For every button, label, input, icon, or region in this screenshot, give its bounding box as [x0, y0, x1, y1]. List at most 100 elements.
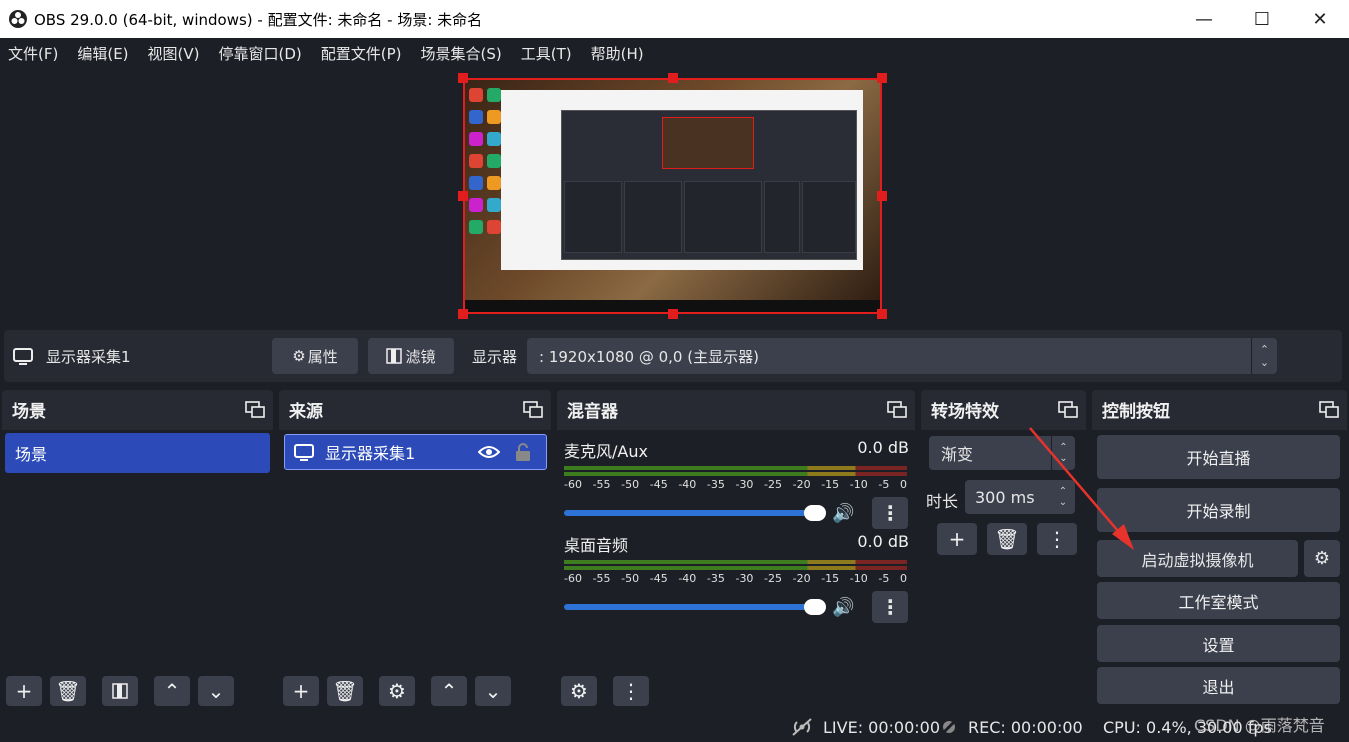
- captured-window: [501, 90, 863, 270]
- add-scene-button[interactable]: +: [6, 676, 42, 706]
- volume-meter: [564, 560, 907, 570]
- minimize-button[interactable]: —: [1175, 0, 1233, 38]
- scene-filters-button[interactable]: [102, 676, 138, 706]
- volume-slider[interactable]: [564, 505, 826, 521]
- move-scene-up-button[interactable]: ⌃: [154, 676, 190, 706]
- spinner-arrows-icon[interactable]: ⌃ ⌄: [1051, 480, 1075, 514]
- move-source-up-button[interactable]: ⌃: [431, 676, 467, 706]
- resize-handle-br[interactable]: [877, 309, 887, 319]
- advanced-audio-button[interactable]: ⚙: [561, 676, 597, 706]
- source-list-item[interactable]: 显示器采集1: [284, 434, 547, 470]
- gears-icon: ⚙: [570, 679, 588, 703]
- remove-scene-button[interactable]: 🗑: [50, 676, 86, 706]
- menu-profile[interactable]: 配置文件(P): [321, 43, 402, 64]
- trash-icon: 🗑: [55, 679, 81, 703]
- undock-icon[interactable]: [245, 399, 265, 419]
- source-toolbar: 显示器采集1 ⚙ 属性 滤镜 显示器 : 1920x1080 @ 0,0 (主显…: [4, 330, 1342, 382]
- more-vertical-icon: ⋮: [1047, 527, 1067, 551]
- studio-mode-button[interactable]: 工作室模式: [1097, 582, 1340, 619]
- resize-handle-tl[interactable]: [458, 73, 468, 83]
- scene-list-item[interactable]: 场景: [5, 433, 270, 473]
- volume-slider[interactable]: [564, 599, 826, 615]
- display-select[interactable]: : 1920x1080 @ 0,0 (主显示器) ⌃ ⌄: [527, 338, 1278, 374]
- resize-handle-tc[interactable]: [668, 73, 678, 83]
- source-properties-button[interactable]: ⚙: [379, 676, 415, 706]
- properties-button[interactable]: ⚙ 属性: [272, 338, 358, 374]
- mixer-menu-button[interactable]: ⋮: [613, 676, 649, 706]
- live-status: LIVE: 00:00:00: [823, 718, 941, 737]
- add-source-button[interactable]: +: [283, 676, 319, 706]
- filter-icon: [386, 348, 403, 364]
- preview-area[interactable]: [0, 68, 1349, 326]
- slider-knob[interactable]: [804, 505, 826, 521]
- mixer-channel-mic: 麦克风/Aux 0.0 dB -60 -55 -50 -45 -40 -35 -30 -25-…: [564, 438, 909, 529]
- transition-type-select[interactable]: 渐变 ⌃ ⌄: [929, 436, 1075, 470]
- duration-input[interactable]: 300 ms ⌃ ⌄: [965, 480, 1075, 514]
- filter-icon: [112, 683, 128, 699]
- channel-name: 麦克风/Aux: [564, 442, 648, 461]
- obs-logo-icon: [9, 10, 27, 28]
- slider-knob[interactable]: [804, 599, 826, 615]
- resize-handle-ml[interactable]: [458, 191, 468, 201]
- undock-icon[interactable]: [1319, 399, 1339, 419]
- exit-button[interactable]: 退出: [1097, 667, 1340, 704]
- menu-tools[interactable]: 工具(T): [521, 43, 572, 64]
- stream-status-icon: [792, 718, 812, 736]
- updown-chevron-icon: ⌃ ⌄: [1251, 338, 1277, 374]
- title-bar: OBS 29.0.0 (64-bit, windows) - 配置文件: 未命名…: [0, 0, 1349, 38]
- speaker-icon[interactable]: 🔊: [832, 503, 854, 524]
- menu-help[interactable]: 帮助(H): [591, 43, 644, 64]
- add-transition-button[interactable]: +: [937, 523, 977, 555]
- remove-source-button[interactable]: 🗑: [327, 676, 363, 706]
- more-vertical-icon: ⋮: [621, 679, 641, 703]
- menu-view[interactable]: 视图(V): [148, 43, 200, 64]
- menu-file[interactable]: 文件(F): [8, 43, 58, 64]
- watermark: CSDN @雨落梵音: [1194, 716, 1325, 735]
- channel-menu-button[interactable]: ⋮: [872, 591, 909, 623]
- preview-source-capture[interactable]: [463, 78, 882, 314]
- start-recording-button[interactable]: 开始录制: [1097, 488, 1340, 532]
- controls-title: 控制按钮: [1102, 401, 1170, 422]
- trash-icon: 🗑: [994, 527, 1020, 551]
- move-scene-down-button[interactable]: ⌄: [198, 676, 234, 706]
- mixer-channel-desktop: 桌面音频 0.0 dB -60 -55 -50 -45 -40 -35 -30 -25 -20-…: [564, 532, 909, 623]
- move-source-down-button[interactable]: ⌄: [475, 676, 511, 706]
- close-button[interactable]: ✕: [1291, 0, 1349, 38]
- monitor-icon: [294, 444, 314, 461]
- undock-icon[interactable]: [1058, 399, 1078, 419]
- record-status-icon: [940, 718, 958, 736]
- chevron-down-icon: ⌄: [484, 679, 502, 703]
- start-virtual-camera-button[interactable]: 启动虚拟摄像机: [1097, 540, 1298, 577]
- undock-icon[interactable]: [523, 399, 543, 419]
- monitor-icon: [13, 348, 33, 365]
- gear-icon: ⚙: [1313, 548, 1331, 569]
- eye-icon[interactable]: [478, 444, 500, 460]
- remove-transition-button[interactable]: 🗑: [987, 523, 1027, 555]
- resize-handle-bl[interactable]: [458, 309, 468, 319]
- channel-db: 0.0 dB: [857, 438, 909, 457]
- start-streaming-button[interactable]: 开始直播: [1097, 435, 1340, 479]
- meter-scale: -60 -55 -50 -45 -40 -35 -30 -25 -20 -15 -10 -5 0: [564, 572, 907, 585]
- settings-button[interactable]: 设置: [1097, 625, 1340, 662]
- plus-icon: +: [948, 527, 966, 551]
- more-vertical-icon: ⋮: [880, 595, 901, 619]
- filters-button[interactable]: 滤镜: [368, 338, 454, 374]
- speaker-icon[interactable]: 🔊: [832, 597, 854, 618]
- channel-menu-button[interactable]: ⋮: [872, 497, 909, 529]
- virtual-camera-settings-button[interactable]: ⚙: [1304, 540, 1340, 577]
- resize-handle-bc[interactable]: [668, 309, 678, 319]
- captured-obs-window: [561, 110, 857, 260]
- resize-handle-mr[interactable]: [877, 191, 887, 201]
- maximize-button[interactable]: ☐: [1233, 0, 1291, 38]
- menu-docks[interactable]: 停靠窗口(D): [219, 43, 302, 64]
- menu-edit[interactable]: 编辑(E): [77, 43, 128, 64]
- updown-chevron-icon: ⌃ ⌄: [1051, 436, 1075, 470]
- undock-icon[interactable]: [887, 399, 907, 419]
- lock-icon[interactable]: [514, 442, 532, 462]
- gear-icon: ⚙: [292, 347, 306, 365]
- channel-name: 桌面音频: [564, 536, 629, 555]
- resize-handle-tr[interactable]: [877, 73, 887, 83]
- transition-menu-button[interactable]: ⋮: [1037, 523, 1077, 555]
- menu-scene-collection[interactable]: 场景集合(S): [421, 43, 502, 64]
- menu-bar: 文件(F) 编辑(E) 视图(V) 停靠窗口(D) 配置文件(P) 场景集合(S…: [0, 38, 1349, 68]
